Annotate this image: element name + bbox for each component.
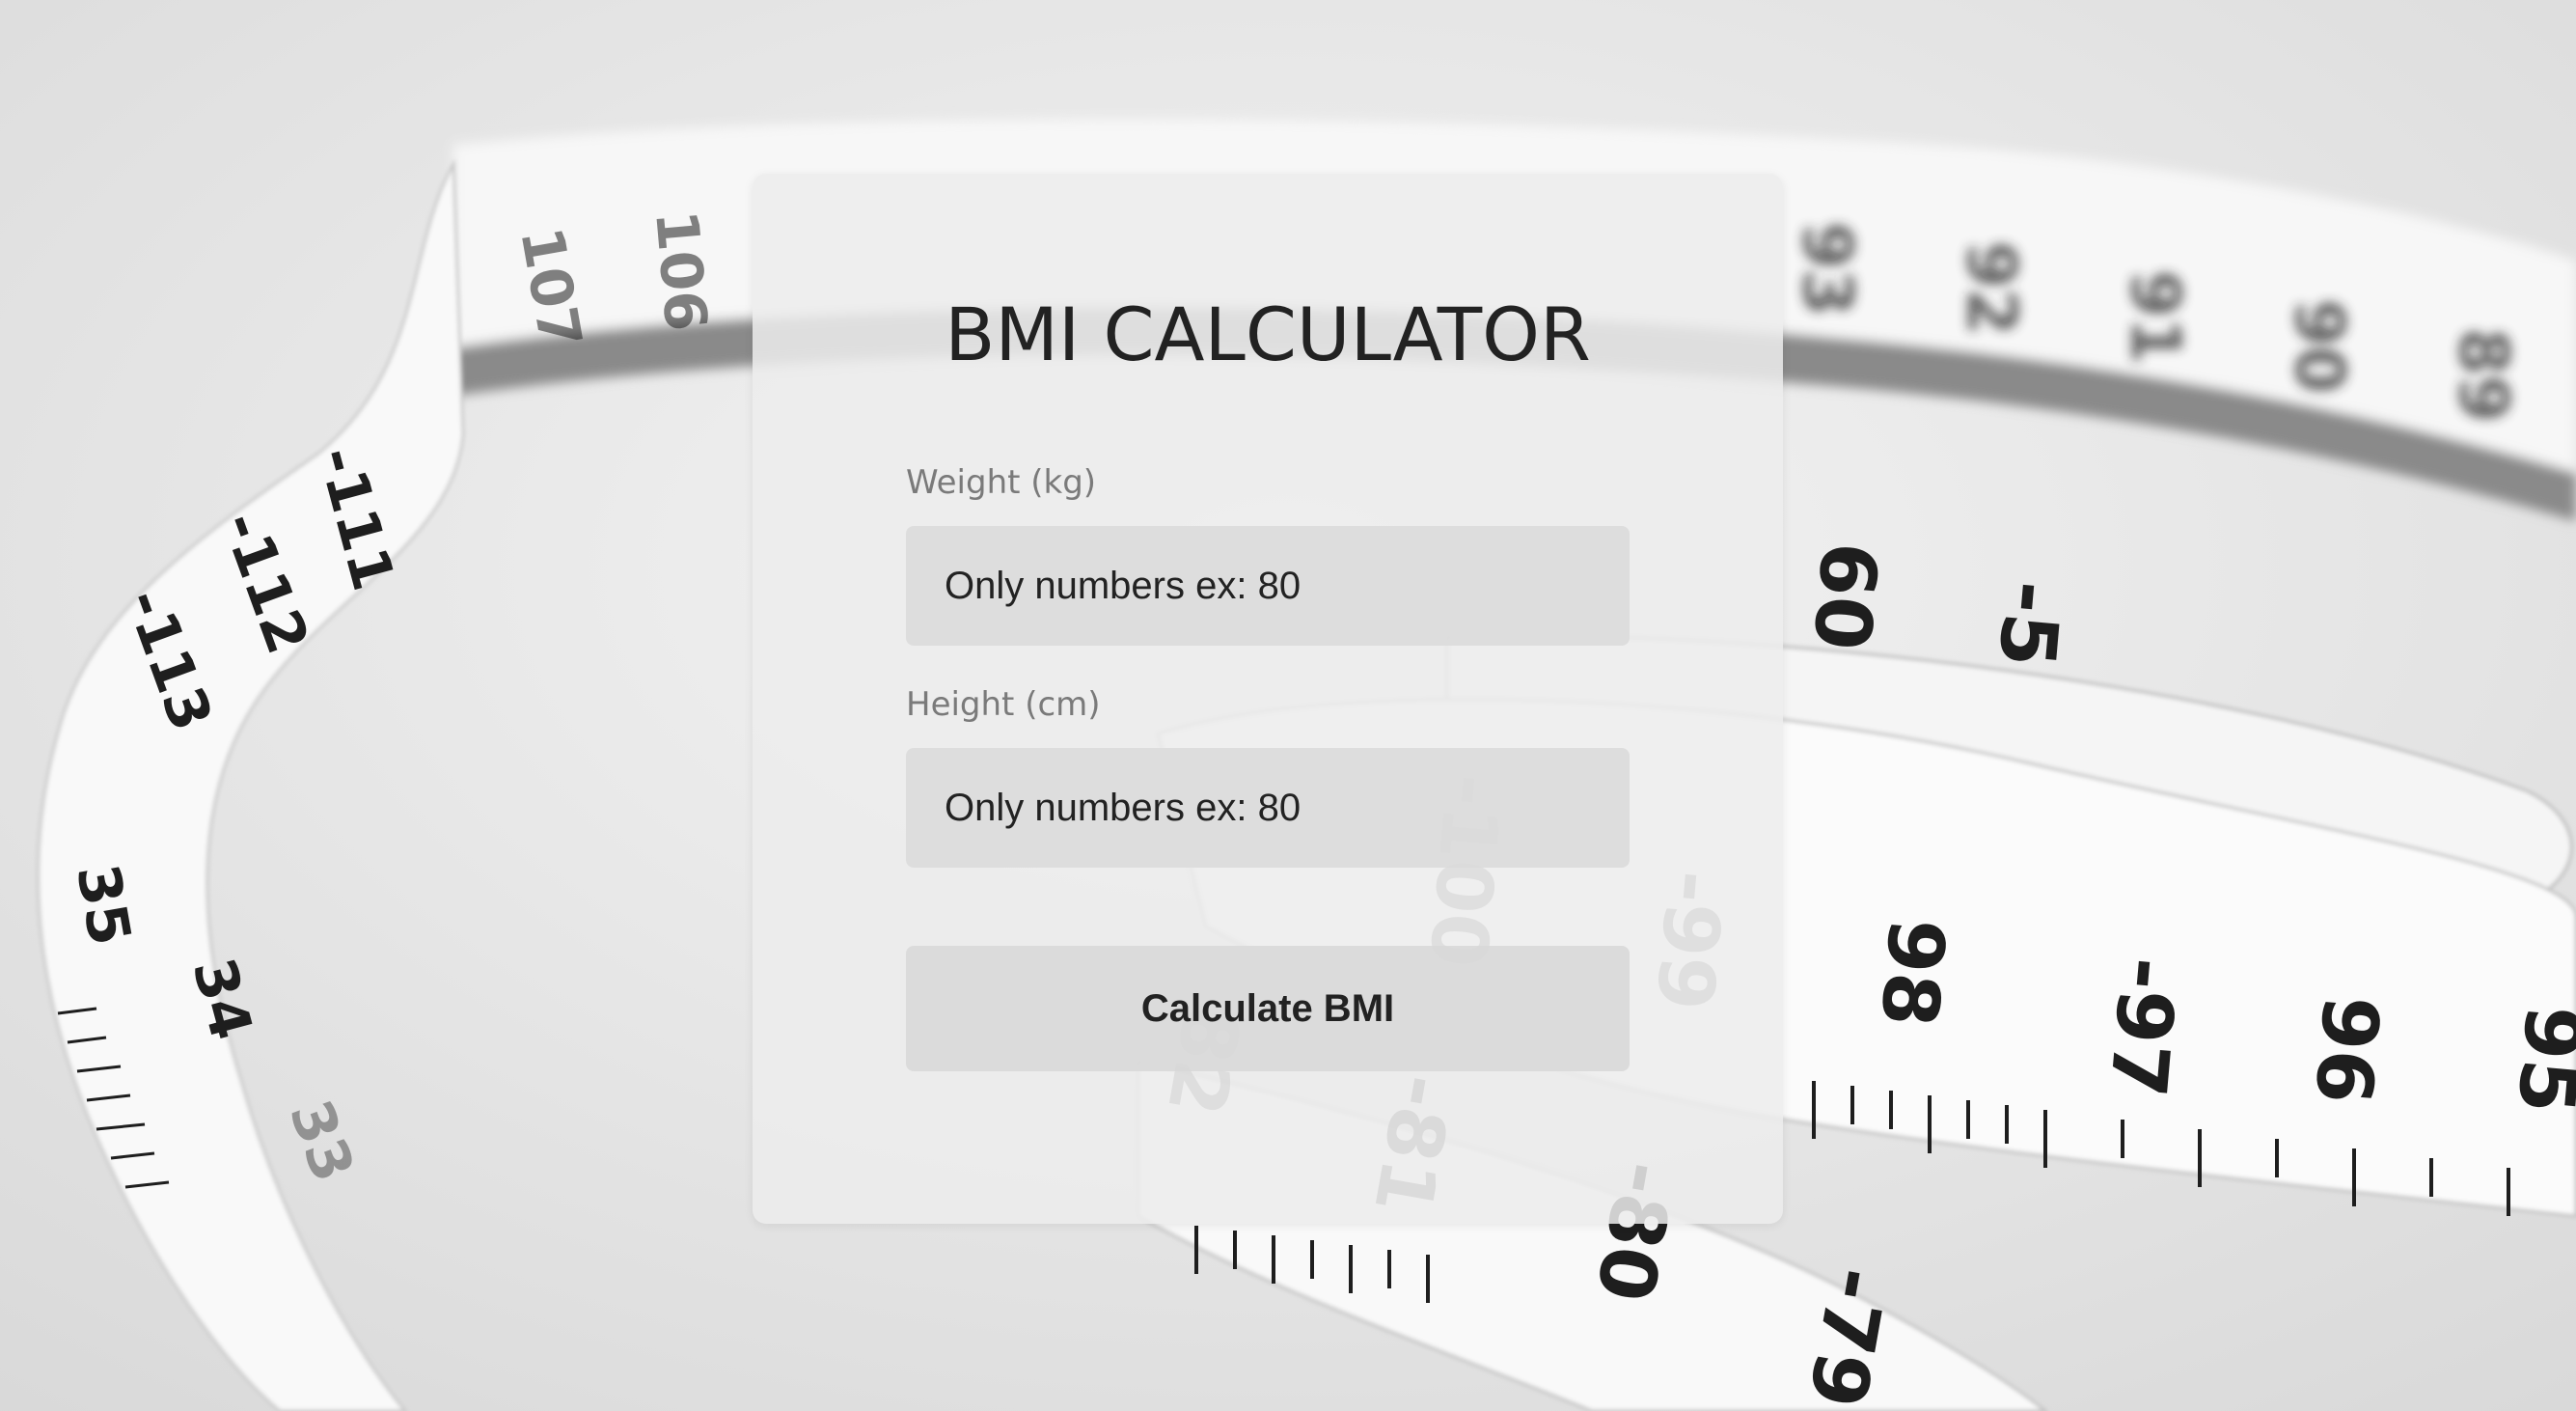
svg-text:93: 93: [1788, 222, 1867, 316]
bmi-calculator-card: BMI CALCULATOR Weight (kg) Height (cm) C…: [753, 174, 1783, 1224]
page-title: BMI CALCULATOR: [945, 291, 1591, 377]
height-label: Height (cm): [906, 685, 1101, 724]
svg-text:95: 95: [2500, 1002, 2576, 1117]
svg-text:91: 91: [2116, 270, 2195, 364]
height-input[interactable]: [906, 748, 1630, 868]
page: 107 106 -111 -112 -113 35 34 33 60 -5 98…: [0, 0, 2576, 1411]
svg-text:89: 89: [2444, 328, 2523, 422]
svg-text:92: 92: [1952, 241, 2031, 335]
svg-text:98: 98: [1863, 915, 1961, 1030]
weight-label: Weight (kg): [906, 463, 1097, 502]
svg-text:90: 90: [2280, 299, 2359, 393]
svg-text:-97: -97: [2092, 954, 2193, 1100]
svg-text:-5: -5: [1981, 577, 2077, 671]
svg-text:106: 106: [642, 208, 720, 334]
svg-text:60: 60: [1795, 539, 1894, 653]
svg-text:35: 35: [63, 859, 143, 950]
svg-text:96: 96: [2297, 992, 2396, 1107]
calculate-bmi-button[interactable]: Calculate BMI: [906, 946, 1630, 1071]
weight-input[interactable]: [906, 526, 1630, 646]
